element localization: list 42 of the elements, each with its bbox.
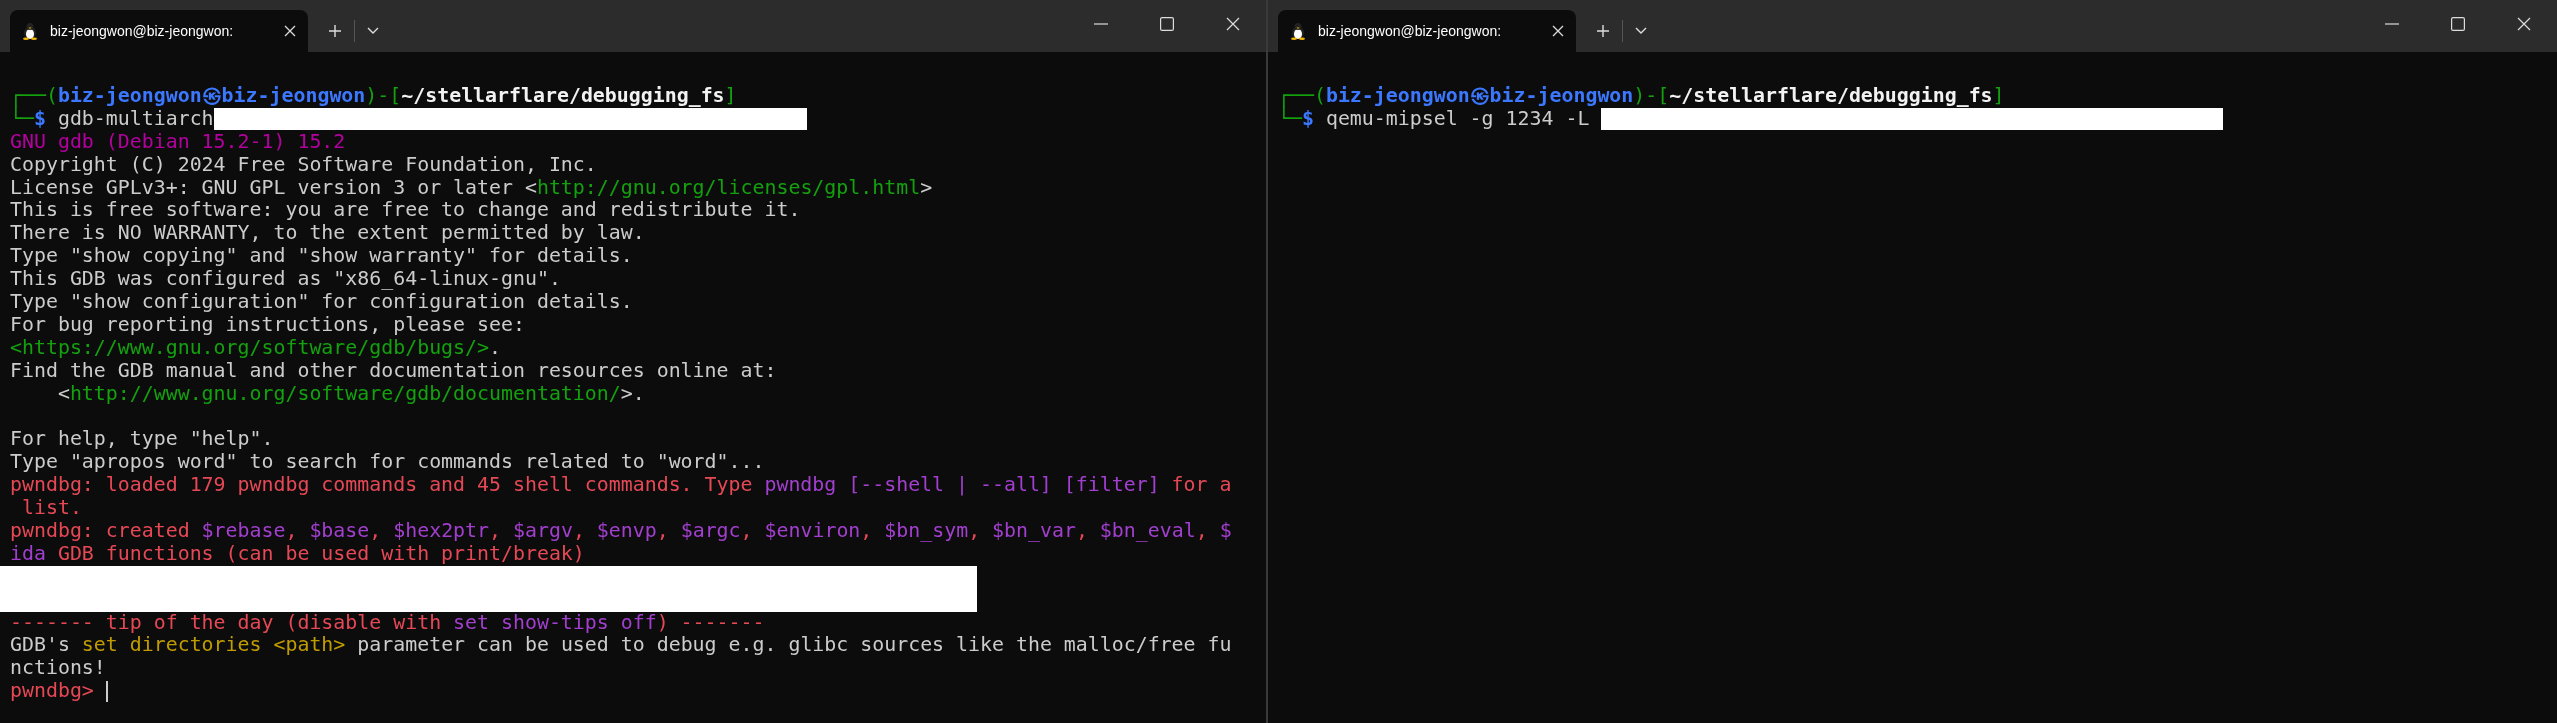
close-icon[interactable]: [1552, 25, 1564, 37]
terminal-line: pwndbg: loaded 179 pwndbg commands and 45 shell commands. Type pwndbg [--shell | --all] [filter] for a: [10, 474, 1232, 498]
terminal-line: GNU gdb (Debian 15.2-1) 15.2: [10, 130, 346, 154]
tab-title: biz-jeongwon@biz-jeongwon:: [1318, 21, 1503, 41]
tab-title: biz-jeongwon@biz-jeongwon:: [50, 21, 235, 41]
terminal-line: This is free software: you are free to change and redistribute it.: [10, 199, 801, 223]
terminal-tab[interactable]: biz-jeongwon@biz-jeongwon:: [1278, 10, 1576, 52]
terminal-line: Copyright (C) 2024 Free Software Foundation, Inc.: [10, 153, 597, 177]
maximize-icon[interactable]: [2451, 17, 2465, 31]
terminal-line: ida GDB functions (can be used with print/break): [10, 542, 585, 566]
terminal-line: pwndbg: created $rebase, $base, $hex2ptr, $argv, $envp, $argc, $environ, $bn_sym, $bn_var, $bn_eval, $: [10, 519, 1232, 543]
terminal-line: Type "apropos word" to search for commands related to "word"...: [10, 451, 765, 475]
maximize-icon[interactable]: [1160, 17, 1174, 31]
terminal-line: There is NO WARRANTY, to the extent permitted by law.: [10, 222, 645, 246]
chevron-down-icon[interactable]: [367, 27, 379, 35]
terminal-line: ┌──(biz-jeongwon㉿biz-jeongwon)-[~/stellarflare/debugging_fs]: [1278, 85, 2005, 107]
terminal-line: nctions!: [10, 657, 106, 681]
terminal-line: Type "show configuration" for configuration details.: [10, 291, 633, 314]
terminal-line: For bug reporting instructions, please see:: [10, 313, 525, 337]
terminal-line: └─$ gdb-multiarch: [10, 107, 214, 131]
terminal-tab[interactable]: biz-jeongwon@biz-jeongwon:: [10, 10, 308, 52]
terminal-line: GDB's set directories <path> parameter can be used to debug e.g. glibc sources like the malloc/free fu: [10, 634, 1232, 658]
terminal-line: For help, type "help".: [10, 428, 274, 452]
terminal-line: pwndbg>: [10, 680, 95, 704]
close-icon[interactable]: [284, 25, 296, 37]
terminal-line: Type "show copying" and "show warranty" for details.: [10, 245, 633, 269]
penguin-icon: [1290, 22, 1306, 40]
terminal-line: Find the GDB manual and other documentation resources online at:: [10, 359, 777, 383]
terminal-line: ┌──(biz-jeongwon㉿biz-jeongwon)-[~/stellarflare/debugging_fs]: [10, 85, 737, 107]
terminal-line: ------- tip of the day (disable with set show-tips off) -------: [10, 611, 765, 635]
chevron-down-icon[interactable]: [1635, 27, 1647, 35]
terminal-line: License GPLv3+: GNU GPL version 3 or later <http://gnu.org/licenses/gpl.html>: [10, 176, 933, 200]
plus-icon[interactable]: [1596, 24, 1610, 38]
close-icon[interactable]: [1226, 17, 1240, 31]
terminal-line: list.: [20, 497, 82, 520]
penguin-icon: [22, 22, 38, 40]
close-icon[interactable]: [2517, 17, 2531, 31]
terminal-line: └─$ qemu-mipsel -g 1234 -L: [1278, 107, 1591, 131]
plus-icon[interactable]: [328, 24, 342, 38]
terminal-line: <https://www.gnu.org/software/gdb/bugs/>.: [10, 336, 501, 360]
terminal-line: <http://www.gnu.org/software/gdb/documentation/>.: [56, 382, 645, 406]
terminal-line: This GDB was configured as "x86_64-linux-gnu".: [10, 268, 561, 292]
